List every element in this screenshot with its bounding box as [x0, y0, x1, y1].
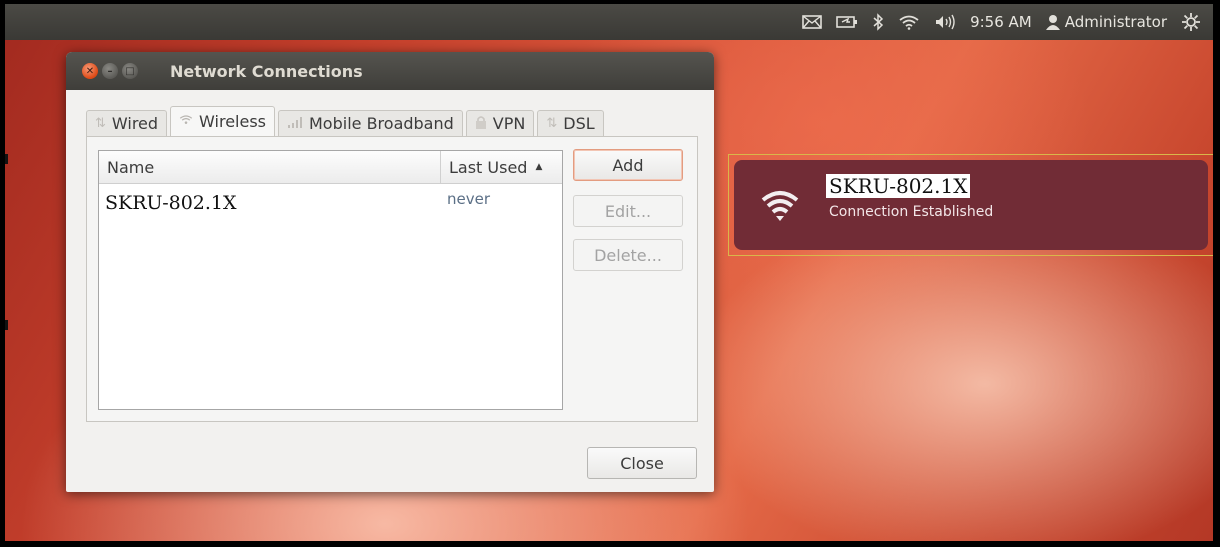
- notification-title: SKRU-802.1X: [826, 174, 971, 198]
- tab-label: Wireless: [199, 112, 266, 131]
- user-menu[interactable]: Administrator: [1045, 13, 1167, 31]
- tab-label: Wired: [111, 114, 159, 133]
- list-header: Name Last Used ▲: [99, 151, 562, 184]
- edit-button[interactable]: Edit...: [573, 195, 683, 227]
- wifi-icon: [179, 114, 193, 129]
- window-maximize-button[interactable]: □: [122, 63, 138, 79]
- connections-list[interactable]: Name Last Used ▲ SKRU-802.1X never: [98, 150, 563, 410]
- connection-type-tabs: ⇅ Wired Wireless Mobile Broadband VPN ⇅ …: [86, 106, 604, 136]
- connection-name: SKRU-802.1X: [105, 192, 237, 214]
- tab-wired[interactable]: ⇅ Wired: [86, 110, 168, 136]
- mail-icon[interactable]: [802, 15, 822, 29]
- wired-icon: ⇅: [95, 116, 106, 131]
- window-titlebar[interactable]: ✕ – □ Network Connections: [66, 52, 714, 90]
- notification-body: Connection Established: [829, 204, 994, 220]
- system-tray: 9:56 AM Administrator: [802, 4, 1201, 40]
- window-minimize-button[interactable]: –: [102, 63, 118, 79]
- desktop: 9:56 AM Administrator ✕ – □ Network Conn…: [5, 4, 1213, 541]
- user-icon: [1045, 14, 1060, 30]
- lock-icon: [475, 115, 487, 133]
- edge-marker: [5, 154, 8, 164]
- tab-mobile-broadband[interactable]: Mobile Broadband: [278, 110, 463, 136]
- column-header-label: Name: [107, 157, 155, 177]
- battery-icon[interactable]: [836, 15, 858, 29]
- top-panel: 9:56 AM Administrator: [5, 4, 1213, 40]
- wired-icon: ⇅: [546, 116, 558, 131]
- tab-wireless[interactable]: Wireless: [170, 106, 275, 136]
- user-name: Administrator: [1064, 13, 1167, 31]
- notification-bubble[interactable]: SKRU-802.1X Connection Established: [734, 160, 1208, 250]
- bluetooth-icon[interactable]: [872, 13, 884, 31]
- notification-highlight: SKRU-802.1X Connection Established: [728, 154, 1213, 256]
- volume-icon[interactable]: [934, 14, 956, 30]
- gear-icon[interactable]: [1181, 12, 1201, 32]
- window-close-button[interactable]: ✕: [82, 63, 98, 79]
- list-item[interactable]: SKRU-802.1X never: [99, 184, 562, 218]
- window-controls: ✕ – □: [82, 63, 138, 79]
- column-header-last-used[interactable]: Last Used ▲: [441, 151, 562, 183]
- sort-ascending-icon: ▲: [535, 162, 543, 172]
- tab-dsl[interactable]: ⇅ DSL: [537, 110, 604, 136]
- column-header-label: Last Used: [449, 157, 528, 177]
- tab-label: Mobile Broadband: [309, 114, 454, 133]
- clock[interactable]: 9:56 AM: [970, 13, 1032, 31]
- column-header-name[interactable]: Name: [99, 151, 441, 183]
- tab-vpn[interactable]: VPN: [465, 110, 535, 136]
- window-title: Network Connections: [170, 62, 363, 81]
- signal-icon: [287, 116, 303, 132]
- tab-label: DSL: [563, 114, 595, 133]
- add-button[interactable]: Add: [573, 149, 683, 181]
- wifi-icon: [760, 188, 800, 226]
- edge-marker: [5, 320, 8, 330]
- tab-panel: Name Last Used ▲ SKRU-802.1X never Add E…: [86, 136, 698, 422]
- delete-button[interactable]: Delete...: [573, 239, 683, 271]
- wifi-icon[interactable]: [898, 14, 920, 30]
- tab-label: VPN: [492, 114, 526, 133]
- close-button[interactable]: Close: [587, 447, 697, 479]
- connection-last-used: never: [447, 190, 491, 208]
- network-connections-window: ✕ – □ Network Connections ⇅ Wired Wirele…: [66, 52, 714, 492]
